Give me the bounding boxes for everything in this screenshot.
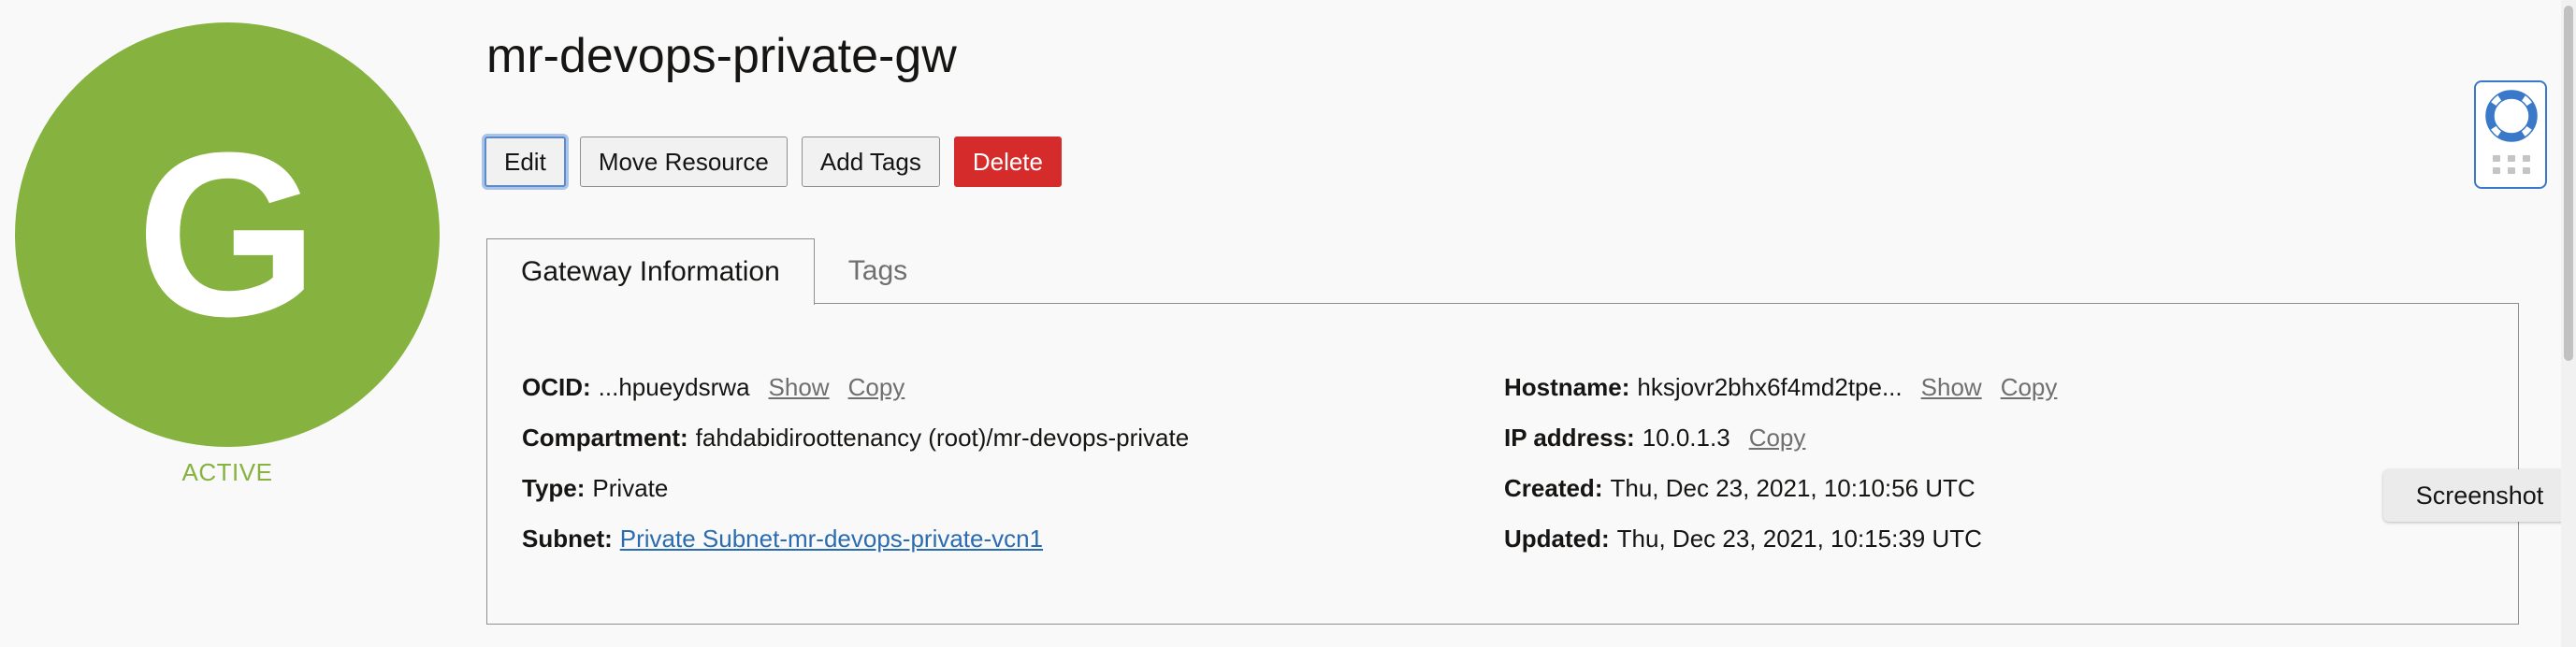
tab-gateway-information[interactable]: Gateway Information <box>486 238 815 305</box>
status-label: ACTIVE <box>181 458 273 486</box>
ocid-copy-link[interactable]: Copy <box>848 373 905 402</box>
hostname-row: Hostname: hksjovr2bhx6f4md2tpe... Show C… <box>1504 362 2057 412</box>
type-row: Type: Private <box>522 463 1189 513</box>
help-widget[interactable] <box>2474 80 2547 189</box>
tab-tags[interactable]: Tags <box>815 237 941 305</box>
ocid-row: OCID: ...hpueydsrwa Show Copy <box>522 362 1189 412</box>
created-row: Created: Thu, Dec 23, 2021, 10:10:56 UTC <box>1504 463 2057 513</box>
delete-button[interactable]: Delete <box>953 137 1062 187</box>
page-title: mr-devops-private-gw <box>486 29 957 83</box>
screenshot-button[interactable]: Screenshot <box>2383 469 2576 522</box>
compartment-value: fahdabidiroottenancy (root)/mr-devops-pr… <box>695 423 1190 452</box>
hostname-copy-link[interactable]: Copy <box>2001 373 2058 402</box>
info-column-left: OCID: ...hpueydsrwa Show Copy Compartmen… <box>522 362 1189 564</box>
action-toolbar: Edit Move Resource Add Tags Delete <box>485 137 1062 187</box>
move-resource-button[interactable]: Move Resource <box>579 137 788 187</box>
ocid-label: OCID: <box>522 372 591 401</box>
ip-address-label: IP address: <box>1504 423 1635 452</box>
ocid-value: ...hpueydsrwa <box>598 372 750 401</box>
scrollbar-thumb[interactable] <box>2564 6 2573 361</box>
created-value: Thu, Dec 23, 2021, 10:10:56 UTC <box>1610 473 1975 502</box>
ip-address-copy-link[interactable]: Copy <box>1749 424 1806 453</box>
edit-button[interactable]: Edit <box>485 137 566 187</box>
drag-handle-icon[interactable] <box>2493 155 2530 174</box>
gateway-info-panel: OCID: ...hpueydsrwa Show Copy Compartmen… <box>486 303 2519 625</box>
subnet-row: Subnet: Private Subnet-mr-devops-private… <box>522 513 1189 564</box>
type-value: Private <box>592 473 669 502</box>
subnet-link[interactable]: Private Subnet-mr-devops-private-vcn1 <box>620 525 1043 554</box>
type-label: Type: <box>522 473 586 502</box>
compartment-label: Compartment: <box>522 423 688 452</box>
subnet-label: Subnet: <box>522 524 613 553</box>
hostname-show-link[interactable]: Show <box>1921 373 1982 402</box>
compartment-row: Compartment: fahdabidiroottenancy (root)… <box>522 412 1189 463</box>
add-tags-button[interactable]: Add Tags <box>801 137 940 187</box>
avatar-letter: G <box>136 104 319 365</box>
ocid-show-link[interactable]: Show <box>769 373 830 402</box>
ip-address-value: 10.0.1.3 <box>1642 423 1730 452</box>
hostname-label: Hostname: <box>1504 372 1630 401</box>
updated-label: Updated: <box>1504 524 1610 553</box>
created-label: Created: <box>1504 473 1603 502</box>
lifebuoy-icon <box>2485 90 2538 142</box>
updated-row: Updated: Thu, Dec 23, 2021, 10:15:39 UTC <box>1504 513 2057 564</box>
ip-address-row: IP address: 10.0.1.3 Copy <box>1504 412 2057 463</box>
updated-value: Thu, Dec 23, 2021, 10:15:39 UTC <box>1616 524 1982 553</box>
info-column-right: Hostname: hksjovr2bhx6f4md2tpe... Show C… <box>1504 362 2057 564</box>
hostname-value: hksjovr2bhx6f4md2tpe... <box>1637 372 1903 401</box>
detail-tabs: Gateway Information Tags <box>486 237 941 305</box>
avatar: G <box>15 22 440 447</box>
